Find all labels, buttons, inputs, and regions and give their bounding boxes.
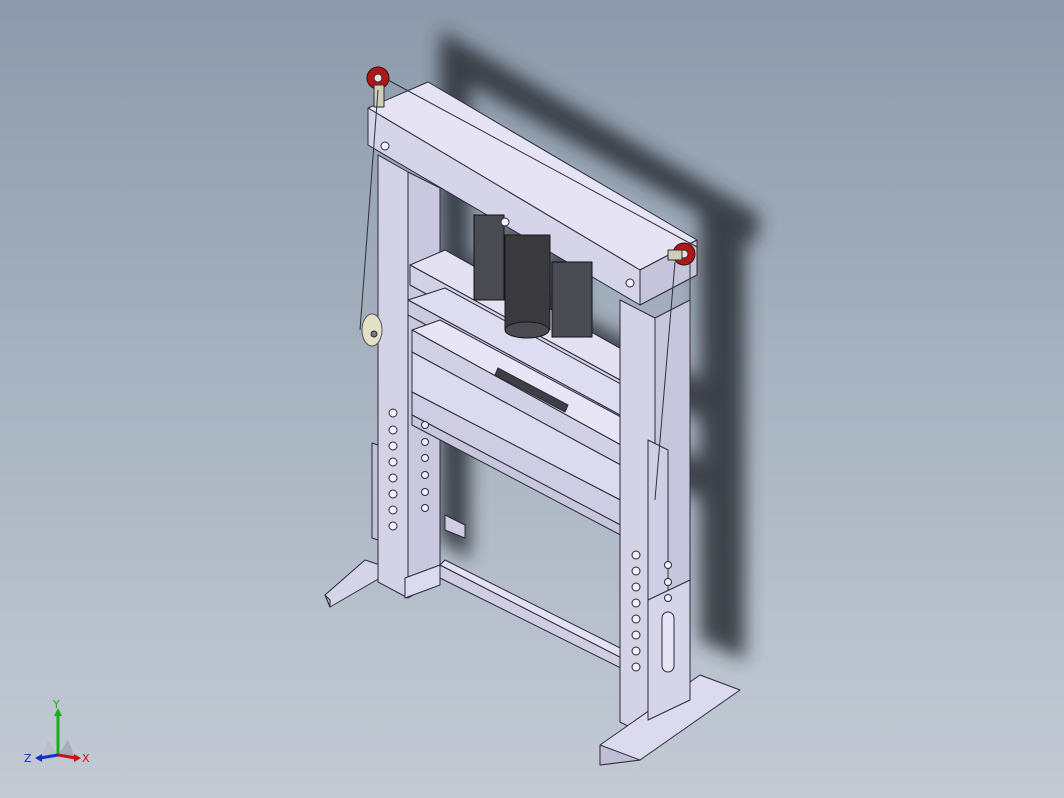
hydraulic-cylinder: [504, 234, 551, 339]
z-arrow-icon: [35, 754, 42, 762]
orientation-triad: Y X Z: [24, 700, 90, 765]
x-arrow-icon: [74, 754, 81, 762]
foot-slot: [661, 611, 675, 673]
spring-stack-right: [551, 261, 593, 338]
press-frame-model[interactable]: [0, 0, 1064, 798]
z-axis-label: Z: [24, 752, 32, 765]
x-axis-label: X: [82, 752, 90, 765]
crank-pulley: [361, 313, 383, 347]
spring-stack-left: [473, 214, 505, 301]
graphics-viewport[interactable]: Y X Z: [0, 0, 1064, 798]
y-axis-label: Y: [52, 700, 60, 711]
